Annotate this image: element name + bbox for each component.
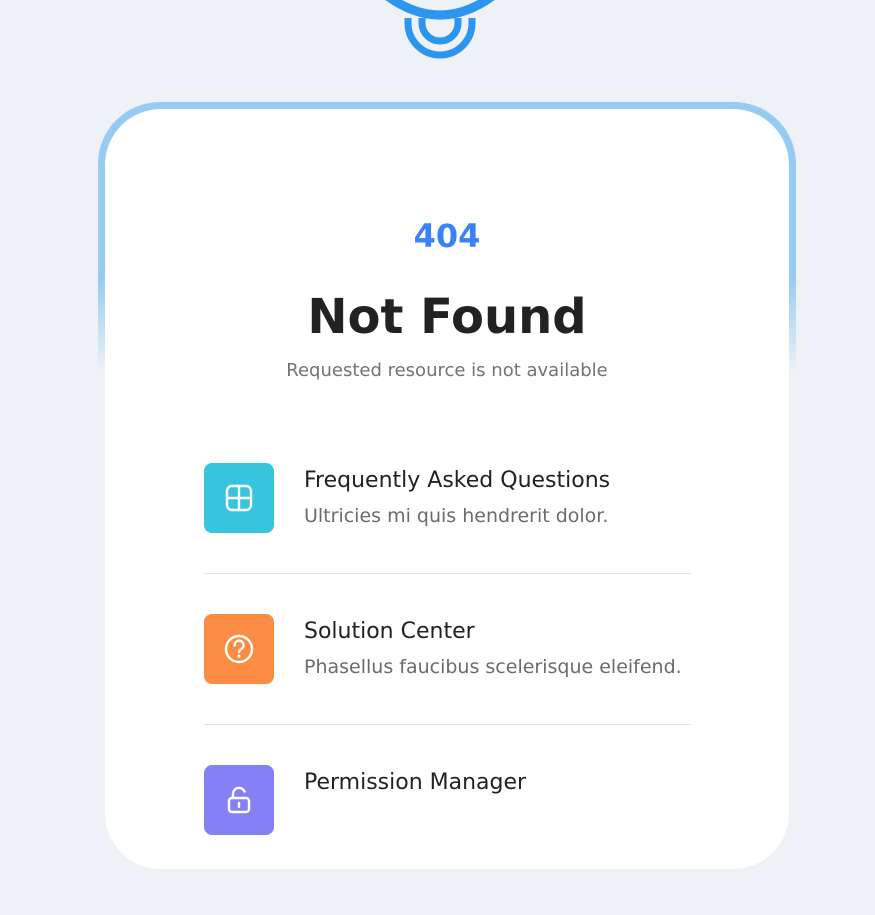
permission-manager-link[interactable]: Permission Manager xyxy=(204,765,691,875)
permission-manager-icon-box xyxy=(204,765,274,835)
solution-center-title: Solution Center xyxy=(304,619,475,644)
solution-center-description: Phasellus faucibus scelerisque eleifend. xyxy=(304,656,682,678)
page-title: Not Found xyxy=(307,289,587,345)
error-code: 404 xyxy=(413,217,481,255)
faq-title: Frequently Asked Questions xyxy=(304,468,611,493)
faq-icon-box xyxy=(204,463,274,533)
solution-center-icon-box xyxy=(204,614,274,684)
error-card: 404 Not Found Requested resource is not … xyxy=(105,109,789,869)
faq-link[interactable]: Frequently Asked Questions Ultricies mi … xyxy=(204,463,691,574)
grid-icon xyxy=(225,484,253,512)
error-message: Requested resource is not available xyxy=(286,360,608,381)
unlock-icon xyxy=(227,786,251,814)
logo-icon xyxy=(380,0,500,65)
help-circle-icon xyxy=(224,634,254,664)
solution-center-link[interactable]: Solution Center Phasellus faucibus scele… xyxy=(204,614,691,725)
permission-manager-title: Permission Manager xyxy=(304,770,527,795)
faq-description: Ultricies mi quis hendrerit dolor. xyxy=(304,505,609,527)
help-links-list: Frequently Asked Questions Ultricies mi … xyxy=(204,463,691,915)
